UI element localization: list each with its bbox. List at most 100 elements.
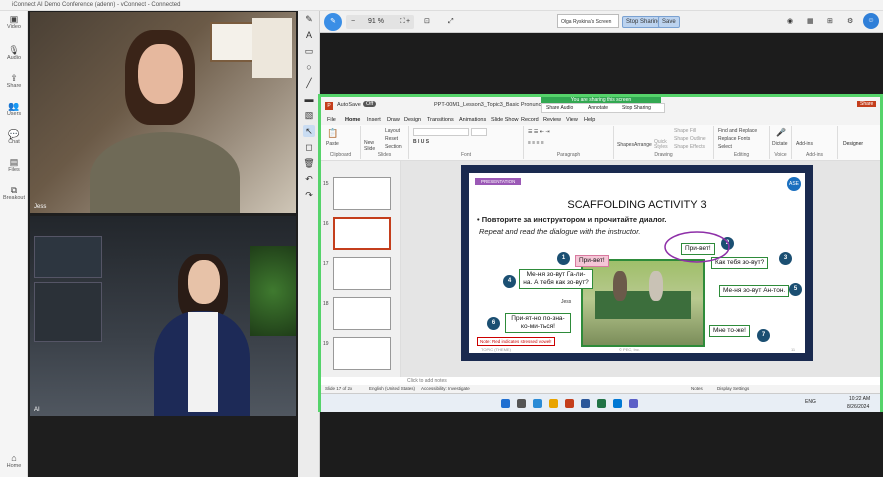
pen-icon[interactable]: ✎ — [303, 13, 315, 25]
user-avatar[interactable]: ☺ — [863, 13, 879, 29]
tab-record[interactable]: Record — [521, 115, 539, 125]
edge-icon[interactable] — [533, 399, 542, 408]
share-audio-button[interactable]: Share Audio — [546, 104, 573, 113]
stop-sharing-screen-button[interactable]: Stop Sharing — [622, 104, 651, 113]
highlighter-icon[interactable]: ▬ — [303, 93, 315, 105]
sidebar-item-chat[interactable]: 💬 Chat — [0, 129, 28, 145]
powerpoint-icon[interactable] — [565, 399, 574, 408]
tab-design[interactable]: Design — [404, 115, 421, 125]
shape-fill-button[interactable]: Shape Fill — [674, 128, 696, 134]
video-tile-jess[interactable]: Jess — [30, 12, 296, 213]
paste-icon[interactable]: 📋 — [327, 128, 338, 139]
tab-animations[interactable]: Animations — [459, 115, 486, 125]
shape-outline-button[interactable]: Shape Outline — [674, 136, 706, 142]
input-language[interactable]: ENG — [805, 399, 816, 405]
outlook-icon[interactable] — [613, 399, 622, 408]
font-name-box[interactable] — [413, 128, 469, 136]
sidebar-item-video[interactable]: ▣ Video — [0, 14, 28, 30]
fit-icon[interactable]: ⛶ — [400, 15, 405, 29]
excel-icon[interactable] — [597, 399, 606, 408]
tab-transitions[interactable]: Transitions — [427, 115, 454, 125]
display-settings-button[interactable]: Display Settings — [717, 385, 749, 393]
slide-thumbnail[interactable] — [333, 257, 391, 290]
font-size-box[interactable] — [471, 128, 487, 136]
sidebar-item-breakout[interactable]: ⧉ Breakout — [0, 185, 28, 201]
redo-icon[interactable]: ↷ — [303, 189, 315, 201]
zoom-in-button[interactable]: + — [406, 15, 410, 29]
addins-button[interactable]: Add-ins — [796, 141, 813, 147]
zoom-out-button[interactable]: − — [351, 15, 355, 29]
record-icon[interactable]: ◉ — [787, 15, 793, 29]
line-icon[interactable]: ╱ — [303, 77, 315, 89]
tab-review[interactable]: Review — [543, 115, 561, 125]
layout-icon[interactable]: ▦ — [807, 15, 814, 29]
replace-fonts-button[interactable]: Replace Fonts — [718, 136, 750, 142]
circle-icon[interactable]: ○ — [303, 61, 315, 73]
delete-icon[interactable]: 🗑 — [303, 157, 315, 169]
slide-thumbnail[interactable] — [333, 337, 391, 370]
accessibility-status[interactable]: Accessibility: Investigate — [421, 385, 470, 393]
designer-button[interactable]: Designer — [843, 141, 863, 147]
explorer-icon[interactable] — [549, 399, 558, 408]
arrange-button[interactable]: Arrange — [634, 142, 652, 148]
bold-button[interactable]: B I U S — [413, 139, 429, 145]
tab-file[interactable]: File — [327, 115, 336, 125]
tab-view[interactable]: View — [566, 115, 578, 125]
reset-button[interactable]: Reset — [385, 136, 398, 142]
settings-icon[interactable]: ⚙ — [847, 15, 853, 29]
slide-footer-left: TOPIC (THEME) — [481, 347, 511, 352]
quick-styles-button[interactable]: Quick Styles — [654, 140, 672, 150]
annotate-button[interactable]: Annotate — [588, 104, 608, 113]
sidebar-item-users[interactable]: 👥 Users — [0, 101, 28, 117]
search-icon[interactable] — [517, 399, 526, 408]
fullscreen-icon[interactable]: ⤢ — [448, 15, 454, 29]
shapes-button[interactable]: Shapes — [617, 142, 634, 148]
start-icon[interactable] — [501, 399, 510, 408]
notes-button[interactable]: Notes — [691, 385, 703, 393]
pointer-icon[interactable]: ↖ — [303, 125, 315, 137]
tab-slide-show[interactable]: Slide Show — [491, 115, 519, 125]
screen-select[interactable]: Olga Ryskina's Screen — [557, 14, 619, 28]
autosave-toggle[interactable]: Off — [363, 101, 377, 107]
instruction-ru: • Повторите за инструктором и прочитайте… — [477, 215, 667, 224]
teams-icon[interactable] — [629, 399, 638, 408]
tab-draw[interactable]: Draw — [387, 115, 400, 125]
bench-shape — [595, 291, 691, 319]
sidebar-item-audio[interactable]: 🎙 Audio — [0, 45, 28, 61]
layout-button[interactable]: Layout — [385, 128, 400, 134]
slide-thumbnail-selected[interactable] — [333, 217, 391, 250]
home-button[interactable]: ⌂ Home — [0, 453, 28, 469]
sidebar-item-share[interactable]: ⇪ Share — [0, 73, 28, 89]
edit-mode-icon[interactable]: ✎ — [324, 13, 342, 31]
text-icon[interactable]: A — [303, 29, 315, 41]
video-tile-ai[interactable]: AI — [30, 216, 296, 416]
undo-icon[interactable]: ↶ — [303, 173, 315, 185]
microphone-icon[interactable]: 🎤 — [776, 128, 786, 137]
section-button[interactable]: Section — [385, 144, 402, 150]
shape-effects-button[interactable]: Shape Effects — [674, 144, 705, 150]
align-icon[interactable]: ≡ ≡ ≡ ≡ — [528, 140, 544, 146]
audio-icon: 🎙 — [8, 45, 20, 55]
eraser-icon[interactable]: ◻ — [303, 141, 315, 153]
new-slide-button[interactable]: New Slide — [364, 140, 382, 152]
dictate-button[interactable]: Dictate — [772, 141, 788, 147]
image-icon[interactable]: ▧ — [303, 109, 315, 121]
slide-thumbnail[interactable] — [333, 297, 391, 330]
select-button[interactable]: Select — [718, 144, 732, 150]
notes-pane[interactable]: Click to add notes — [401, 377, 880, 385]
rectangle-icon[interactable]: ▭ — [303, 45, 315, 57]
save-button[interactable]: Save — [658, 16, 680, 28]
find-replace-button[interactable]: Find and Replace — [718, 128, 757, 134]
sidebar-item-files[interactable]: ▤ Files — [0, 157, 28, 173]
word-icon[interactable] — [581, 399, 590, 408]
bullets-icon[interactable]: ☰ ☰ ⇤ ⇥ — [528, 129, 550, 135]
share-ppt-button[interactable]: Share — [857, 101, 877, 107]
document-name: PPT-00M1_Lesson3_Topic3_Basic Pronunciat… — [434, 102, 544, 108]
group-editing: Find and Replace Replace Fonts Select Ed… — [714, 126, 770, 159]
tab-insert[interactable]: Insert — [367, 115, 381, 125]
slide-thumbnail[interactable] — [333, 177, 391, 210]
tab-help[interactable]: Help — [584, 115, 595, 125]
fit-width-icon[interactable]: ⊡ — [424, 15, 430, 29]
paste-button[interactable]: Paste — [326, 141, 339, 147]
grid-icon[interactable]: ⊞ — [827, 15, 833, 29]
